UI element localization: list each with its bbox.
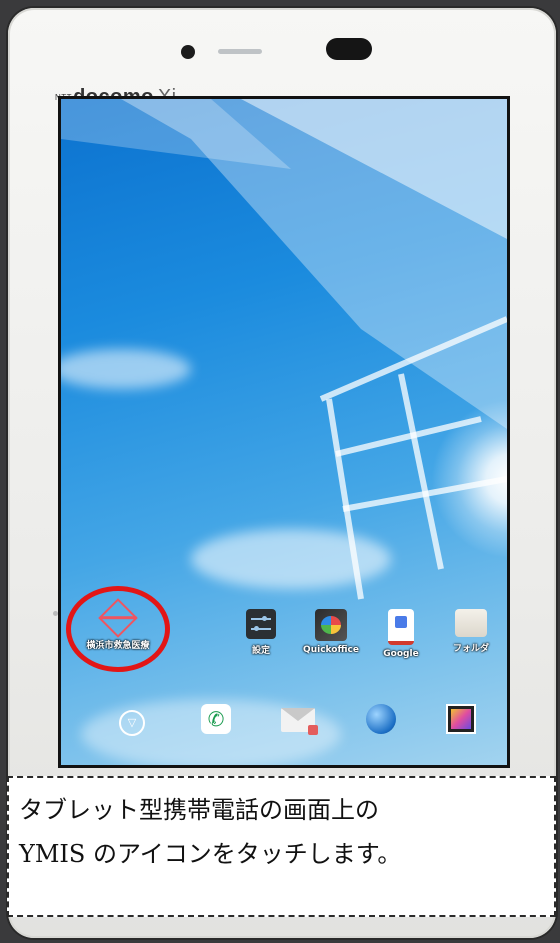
front-camera: [181, 45, 195, 59]
browser-globe-icon: [366, 704, 396, 734]
quickoffice-icon: [315, 609, 347, 641]
proximity-sensor: [326, 38, 372, 60]
highlight-circle: [66, 586, 170, 672]
mail-icon: [281, 708, 318, 735]
google-icon: [388, 609, 414, 645]
cloud-shape: [61, 349, 191, 389]
earpiece-speaker: [218, 49, 262, 54]
cloud-shape: [191, 529, 391, 589]
phone-icon: ✆: [201, 704, 231, 734]
sun-glare: [431, 399, 507, 559]
dock-item-phone[interactable]: ✆: [201, 704, 233, 736]
folder-icon: [455, 609, 487, 637]
caption-line: YMIS のアイコンをタッチします。: [19, 840, 402, 868]
app-label: Google: [383, 649, 419, 659]
dock-bar: ▽ ✆: [61, 692, 507, 750]
app-label: Quickoffice: [303, 645, 359, 655]
app-folder[interactable]: フォルダ: [436, 609, 506, 654]
app-quickoffice[interactable]: Quickoffice: [296, 609, 366, 655]
app-label: フォルダ: [452, 644, 489, 654]
gallery-icon: [446, 704, 476, 734]
caption-line: タブレット型携帯電話の画面上の: [19, 796, 379, 824]
instruction-caption: タブレット型携帯電話の画面上の YMIS のアイコンをタッチします。: [7, 776, 556, 917]
app-label: 設定: [251, 646, 270, 656]
app-drawer-icon: ▽: [119, 710, 145, 736]
dock-item-apps[interactable]: ▽: [119, 710, 151, 742]
app-settings[interactable]: 設定: [226, 609, 296, 656]
dock-item-browser[interactable]: [366, 704, 398, 736]
dock-item-mail[interactable]: [281, 692, 318, 735]
app-google[interactable]: Google: [366, 609, 436, 659]
settings-icon: [246, 609, 276, 639]
dock-item-gallery[interactable]: [446, 704, 478, 736]
